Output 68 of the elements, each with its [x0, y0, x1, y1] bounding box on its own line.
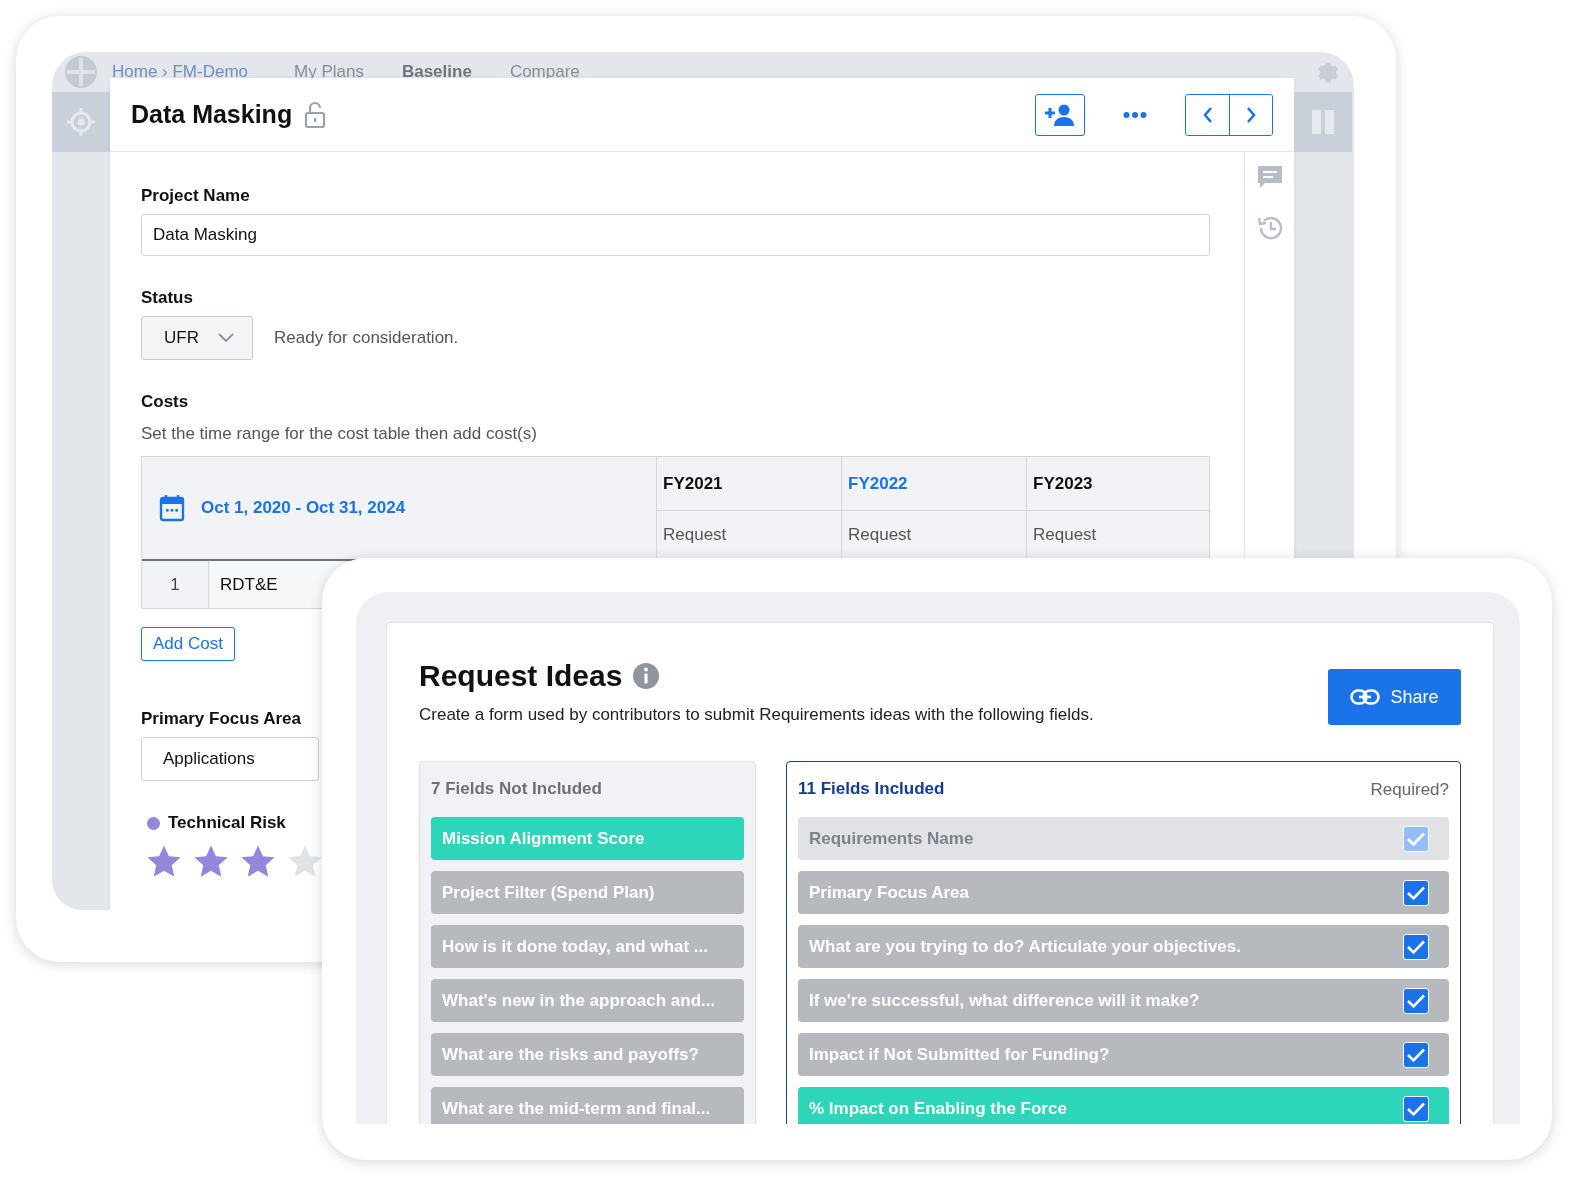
date-range-link[interactable]: Oct 1, 2020 - Oct 31, 2024 — [201, 498, 406, 518]
checkbox[interactable] — [1403, 987, 1429, 1014]
field-label: Project Name — [141, 186, 250, 206]
column-header: FY2023 — [1026, 457, 1211, 511]
field-label: Technical Risk — [168, 813, 286, 833]
field-item[interactable]: % Impact on Enabling the Force — [798, 1087, 1449, 1124]
chevron-right-icon — [1245, 105, 1257, 124]
field-item[interactable]: What are you trying to do? Articulate your objectives. — [798, 925, 1449, 968]
costs-hint: Set the time range for the cost table then add cost(s) — [141, 424, 537, 444]
check-icon — [1406, 1046, 1426, 1063]
nav-tab[interactable]: My Plans — [294, 62, 364, 82]
checkbox[interactable] — [1403, 1095, 1429, 1122]
check-icon — [1406, 938, 1426, 955]
column-header: FY2022 — [841, 457, 1026, 511]
checkbox[interactable] — [1403, 1041, 1429, 1068]
calendar-icon[interactable] — [159, 494, 185, 522]
project-name-field[interactable]: Data Masking — [141, 214, 1210, 256]
field-item[interactable]: How is it done today, and what ... — [431, 925, 744, 968]
field-label: Status — [141, 288, 193, 308]
field-label: Primary Focus Area — [141, 709, 301, 729]
add-person-button[interactable] — [1035, 93, 1085, 136]
field-item[interactable]: Impact if Not Submitted for Funding? — [798, 1033, 1449, 1076]
chevron-left-icon — [1201, 105, 1214, 124]
column-header: FY2021 — [656, 457, 841, 511]
field-name: What are you trying to do? Articulate your objectives. — [809, 936, 1241, 957]
column-label: Required? — [1370, 779, 1449, 800]
link-icon — [1350, 689, 1381, 705]
add-person-icon — [1044, 102, 1076, 127]
lock-icon — [304, 100, 327, 129]
panel-title: Data Masking — [131, 100, 293, 129]
field-name: Requirements Name — [809, 828, 974, 849]
comment-icon[interactable] — [1255, 164, 1284, 190]
panel-heading: 7 Fields Not Included — [431, 778, 603, 800]
info-icon[interactable] — [632, 662, 661, 690]
field-name: % Impact on Enabling the Force — [809, 1098, 1067, 1119]
field-item[interactable]: What are the mid-term and final... — [431, 1087, 744, 1124]
card-description: Create a form used by contributors to submit Requirements ideas with the following fields. — [419, 705, 1094, 725]
panel-heading: 11 Fields Included — [798, 778, 945, 800]
nav-tab[interactable]: Baseline — [401, 62, 472, 82]
checkbox[interactable] — [1403, 879, 1429, 906]
check-icon — [1406, 992, 1426, 1009]
field-item[interactable]: If we're successful, what difference will it make? — [798, 979, 1449, 1022]
chevron-down-icon — [218, 333, 234, 343]
status-dropdown[interactable]: UFR — [141, 316, 253, 360]
nav-tab[interactable]: Compare — [509, 62, 580, 82]
breadcrumb[interactable]: Home › FM-Demo — [112, 62, 248, 82]
share-button[interactable]: Share — [1328, 669, 1461, 725]
field-item[interactable]: Project Filter (Spend Plan) — [431, 871, 744, 914]
field-item[interactable]: What are the risks and payoffs? — [431, 1033, 744, 1076]
field-item[interactable]: Primary Focus Area — [798, 871, 1449, 914]
check-icon — [1406, 830, 1426, 847]
next-button[interactable] — [1229, 94, 1272, 135]
check-icon — [1406, 884, 1426, 901]
history-icon[interactable] — [1255, 214, 1284, 242]
more-icon[interactable] — [1123, 110, 1147, 119]
check-icon — [1406, 1100, 1426, 1117]
checkbox[interactable] — [1403, 933, 1429, 960]
primary-focus-area-field[interactable]: Applications — [141, 737, 319, 781]
status-description: Ready for consideration. — [274, 328, 459, 348]
logo-icon — [64, 55, 98, 89]
field-label: Costs — [141, 392, 189, 412]
field-item[interactable]: What's new in the approach and... — [431, 979, 744, 1022]
field-name: Impact if Not Submitted for Funding? — [809, 1044, 1110, 1065]
add-cost-button[interactable]: Add Cost — [141, 627, 235, 661]
field-name: Primary Focus Area — [809, 882, 969, 903]
field-item[interactable]: Mission Alignment Score — [431, 817, 744, 860]
field-name: If we're successful, what difference will it make? — [809, 990, 1200, 1011]
card-title: Request Ideas — [419, 659, 623, 693]
